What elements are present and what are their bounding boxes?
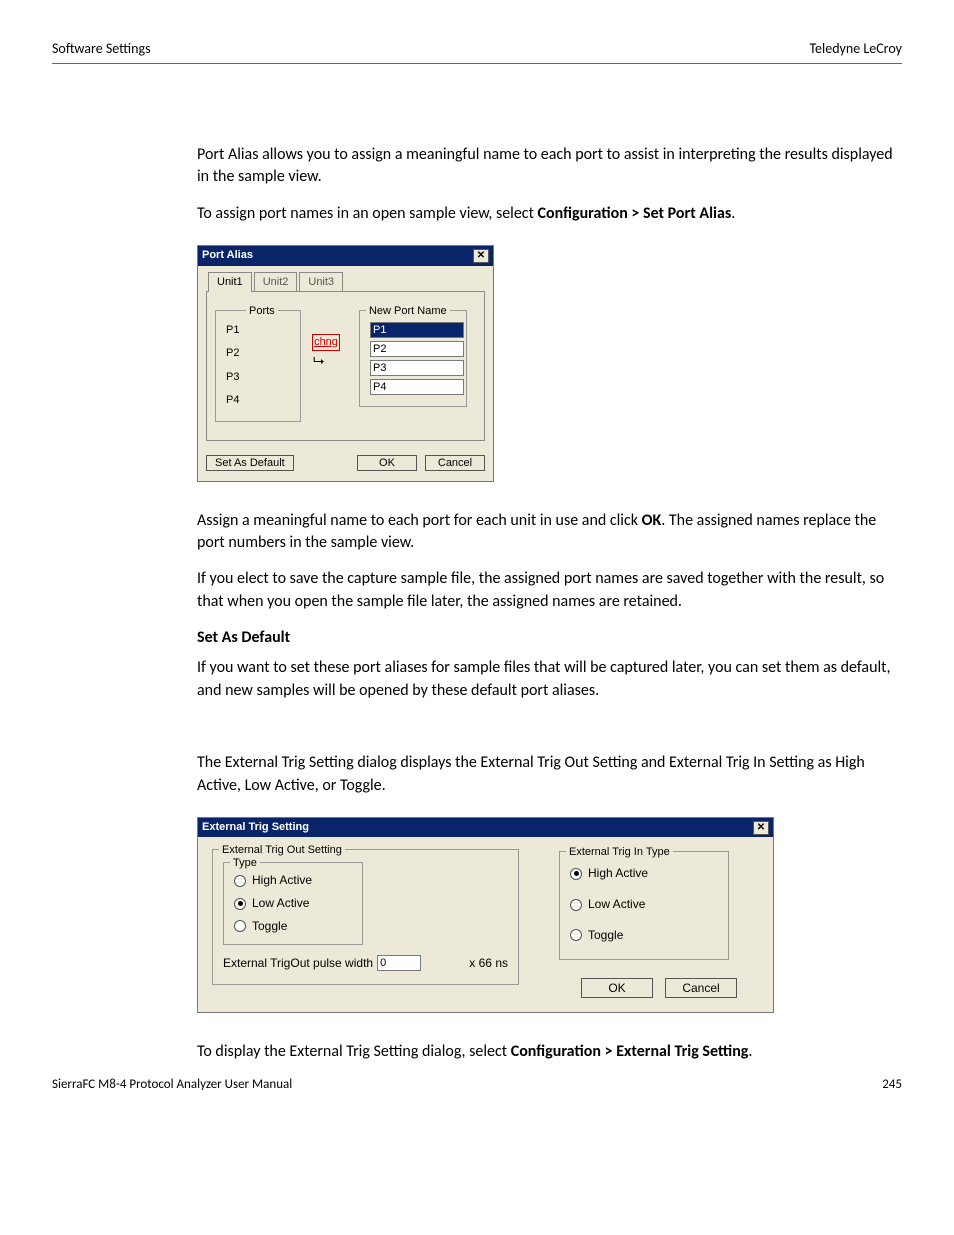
radio-low-active[interactable]: Low Active <box>234 892 352 915</box>
cancel-button[interactable]: Cancel <box>665 978 737 998</box>
dialog-title: Port Alias <box>202 248 253 263</box>
port-name-input[interactable] <box>370 360 464 376</box>
header-left: Software Settings <box>52 40 151 57</box>
dialog-title: External Trig Setting <box>202 820 309 835</box>
paragraph: To assign port names in an open sample v… <box>197 203 902 225</box>
header-right: Teledyne LeCroy <box>809 40 902 57</box>
ok-button[interactable]: OK <box>357 455 417 471</box>
radio-in-high-active[interactable]: High Active <box>570 858 718 889</box>
close-icon[interactable]: ✕ <box>473 249 489 263</box>
tab-unit1[interactable]: Unit1 <box>208 272 252 292</box>
port-name-input[interactable] <box>370 379 464 395</box>
paragraph: If you want to set these port aliases fo… <box>197 657 902 702</box>
pulse-unit-label: x 66 ns <box>469 955 508 972</box>
radio-high-active[interactable]: High Active <box>234 869 352 892</box>
radio-icon <box>234 875 246 887</box>
radio-icon <box>570 929 582 941</box>
radio-icon <box>570 868 582 880</box>
arrow-icon: ⮡ <box>313 351 324 371</box>
port-name-input[interactable] <box>370 322 464 338</box>
type-legend: Type <box>230 856 260 871</box>
radio-in-toggle[interactable]: Toggle <box>570 920 718 951</box>
radio-toggle[interactable]: Toggle <box>234 915 352 938</box>
radio-icon <box>234 898 246 910</box>
tab-unit2[interactable]: Unit2 <box>254 272 298 292</box>
external-trig-dialog: External Trig Setting ✕ External Trig Ou… <box>197 817 774 1013</box>
pulse-width-input[interactable] <box>377 955 421 971</box>
page-number: 245 <box>882 1077 902 1092</box>
close-icon[interactable]: ✕ <box>753 821 769 835</box>
paragraph: If you elect to save the capture sample … <box>197 568 902 613</box>
heading: Set As Default <box>197 627 902 649</box>
paragraph: To display the External Trig Setting dia… <box>197 1041 902 1063</box>
tab-unit3[interactable]: Unit3 <box>299 272 343 292</box>
paragraph: Port Alias allows you to assign a meanin… <box>197 144 902 189</box>
port-name-input[interactable] <box>370 341 464 357</box>
paragraph: The External Trig Setting dialog display… <box>197 752 902 797</box>
port-label: P2 <box>226 342 290 365</box>
pulse-width-label: External TrigOut pulse width <box>223 955 373 972</box>
radio-in-low-active[interactable]: Low Active <box>570 889 718 920</box>
ports-legend: Ports <box>246 304 278 319</box>
footer-left: SierraFC M8-4 Protocol Analyzer User Man… <box>52 1077 292 1092</box>
port-label: P3 <box>226 366 290 389</box>
ext-in-legend: External Trig In Type <box>566 845 673 860</box>
set-as-default-button[interactable]: Set As Default <box>206 455 294 471</box>
port-alias-dialog: Port Alias ✕ Unit1 Unit2 Unit3 Ports P1 … <box>197 245 494 481</box>
cancel-button[interactable]: Cancel <box>425 455 485 471</box>
newname-legend: New Port Name <box>366 304 450 319</box>
radio-icon <box>570 899 582 911</box>
chng-label: chng ⮡ <box>312 334 340 351</box>
paragraph: Assign a meaningful name to each port fo… <box>197 510 902 555</box>
port-label: P4 <box>226 389 290 412</box>
radio-icon <box>234 920 246 932</box>
ok-button[interactable]: OK <box>581 978 653 998</box>
port-label: P1 <box>226 319 290 342</box>
